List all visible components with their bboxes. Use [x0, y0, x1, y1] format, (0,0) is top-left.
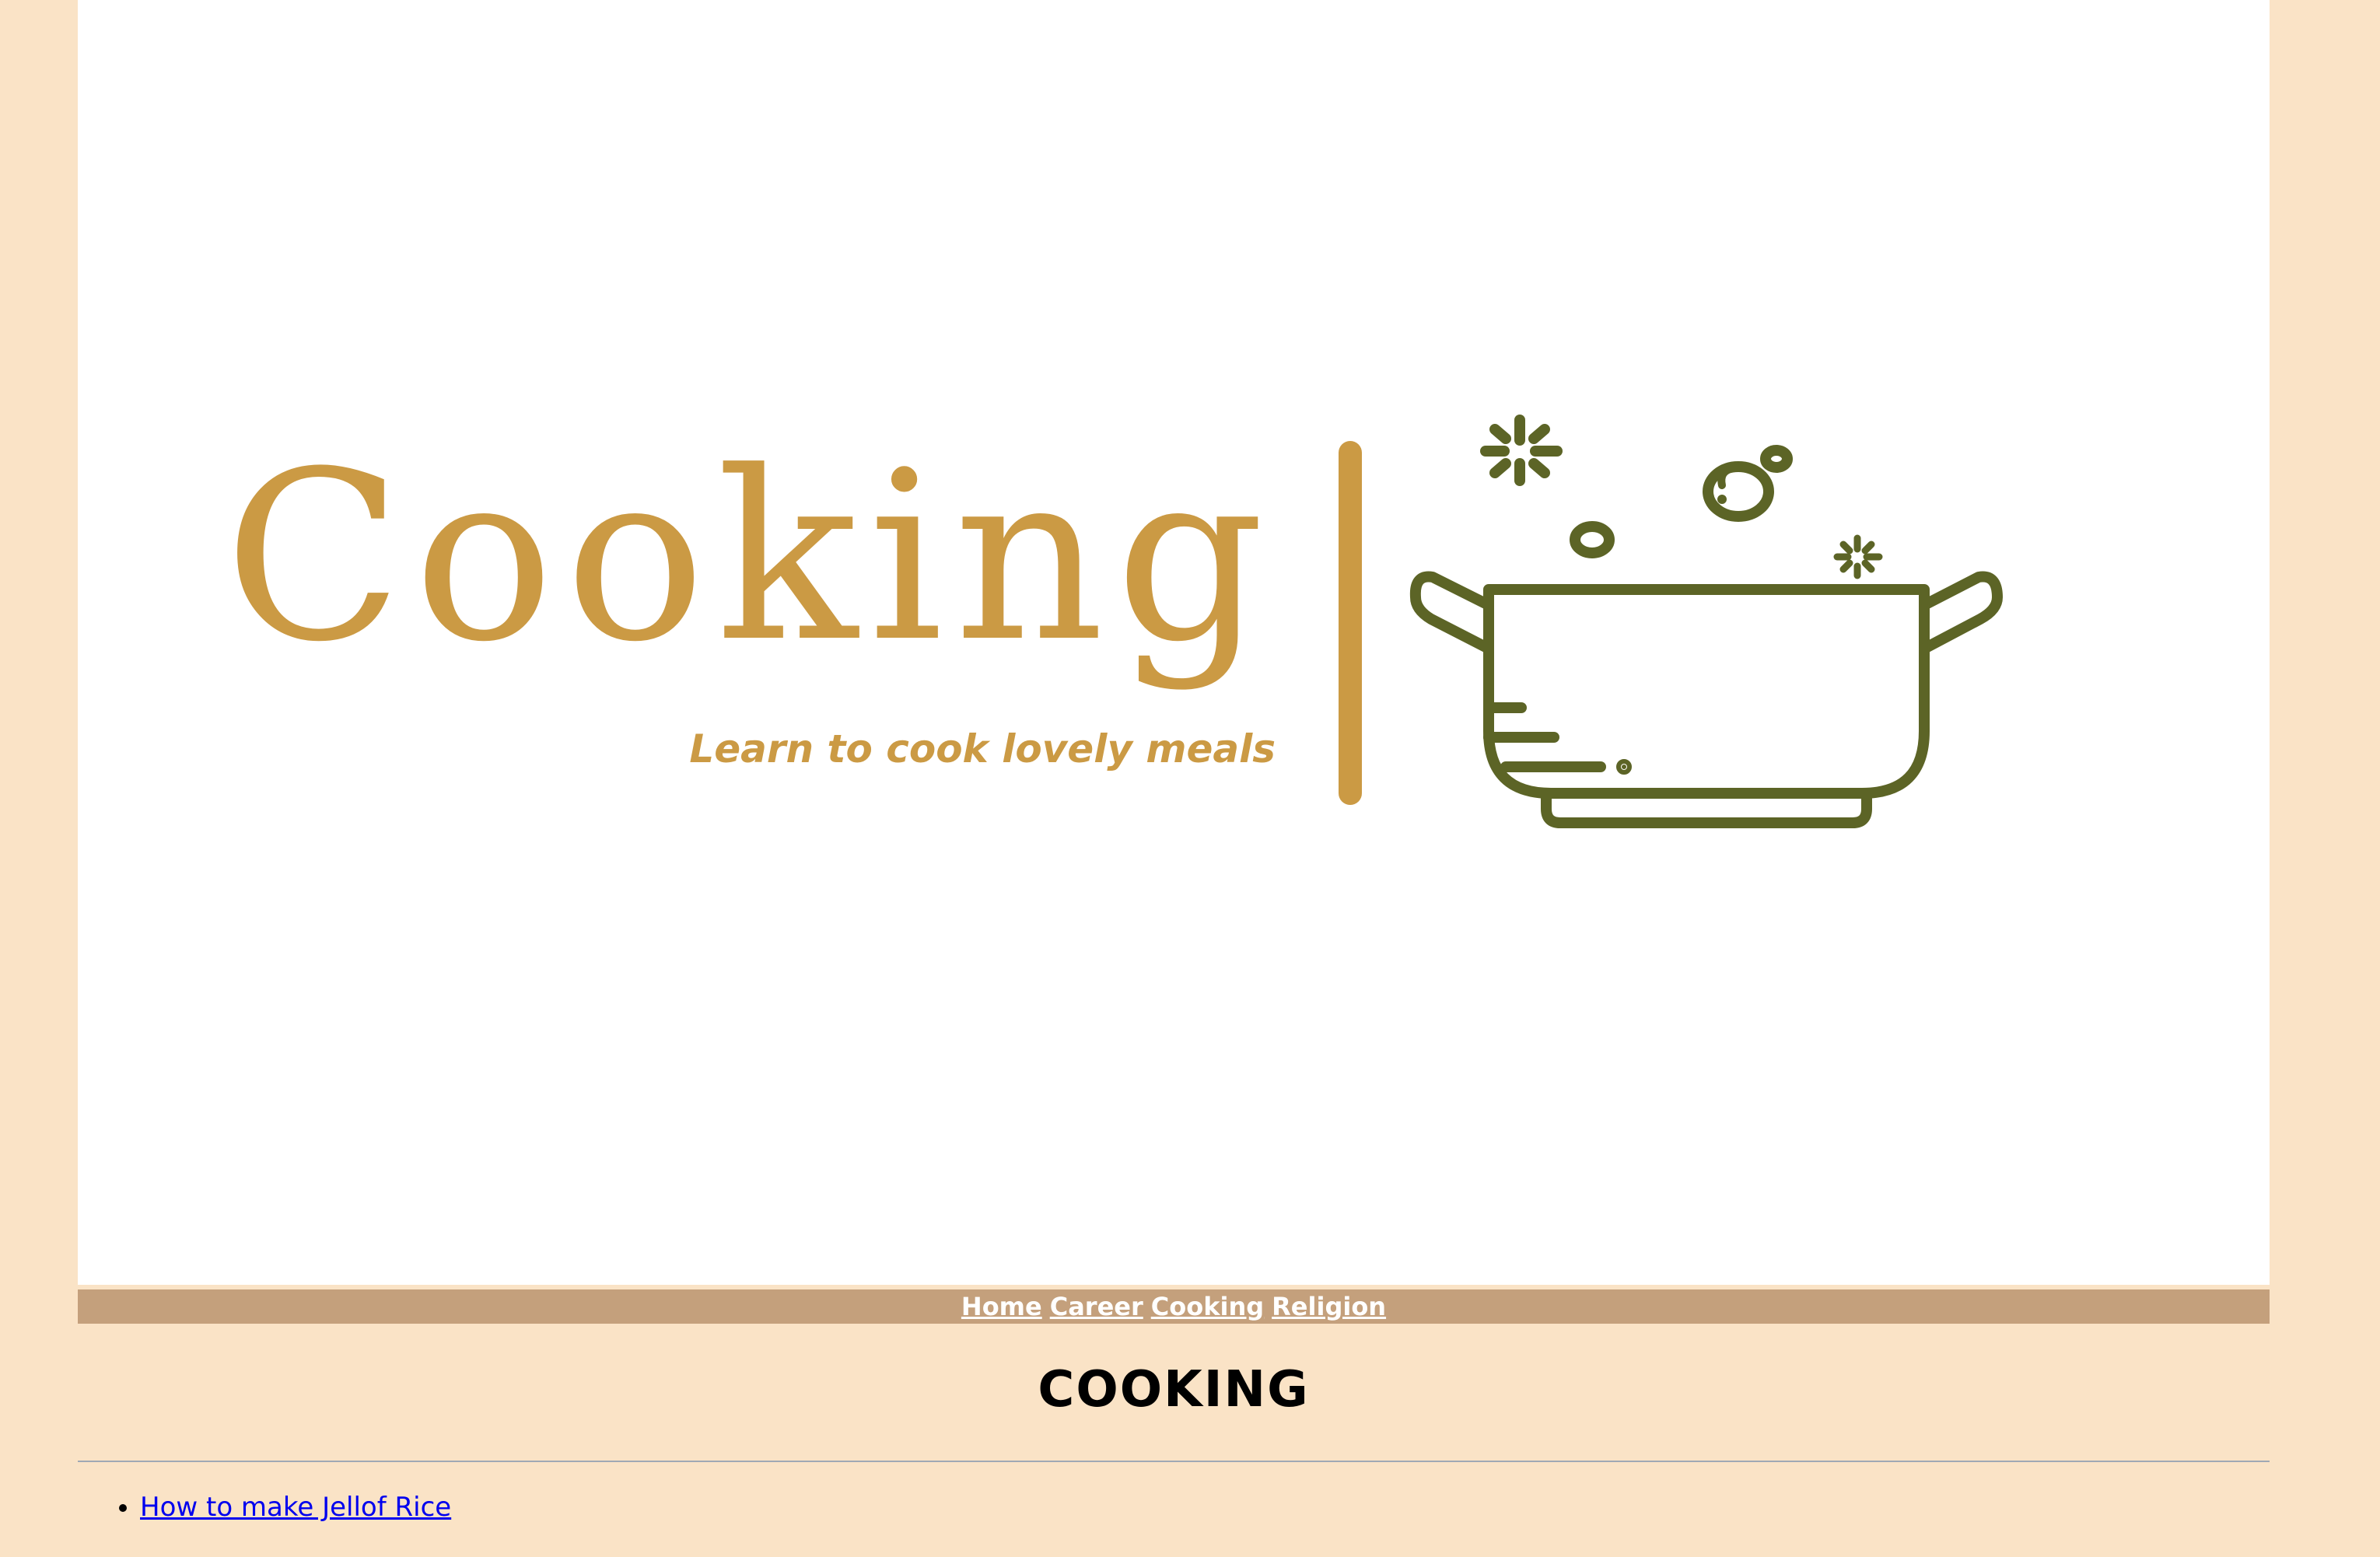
list-item: How to make Jellof Rice [140, 1487, 451, 1527]
header-banner: Cooking Learn to cook lovely meals [78, 0, 2270, 1285]
nav-link-career[interactable]: Career [1050, 1292, 1143, 1321]
nav-link-cooking[interactable]: Cooking [1151, 1292, 1264, 1321]
page-title: COOKING [1038, 1361, 1310, 1419]
bubble-small-icon [1760, 445, 1793, 473]
bubble-large-icon [1703, 461, 1774, 522]
nav-link-religion[interactable]: Religion [1272, 1292, 1386, 1321]
sparkle-icon [1480, 415, 1563, 486]
main-navbar: Home Career Cooking Religion [78, 1289, 2270, 1324]
nav-link-home[interactable]: Home [961, 1292, 1042, 1321]
recipe-link-list: How to make Jellof Rice [78, 1487, 451, 1527]
logo-tagline: Learn to cook lovely meals [689, 726, 1276, 772]
sparkle-small-icon [1833, 534, 1883, 579]
cooking-pot-icon [1409, 415, 2003, 828]
bubble-icon [1570, 521, 1615, 558]
section-divider [78, 1461, 2270, 1462]
logo-wordmark: Cooking [224, 422, 1276, 693]
page-container: Cooking Learn to cook lovely meals Home … [78, 0, 2270, 1557]
cooking-logo: Cooking Learn to cook lovely meals [224, 415, 2003, 828]
recipe-link-jellof-rice[interactable]: How to make Jellof Rice [140, 1492, 451, 1523]
